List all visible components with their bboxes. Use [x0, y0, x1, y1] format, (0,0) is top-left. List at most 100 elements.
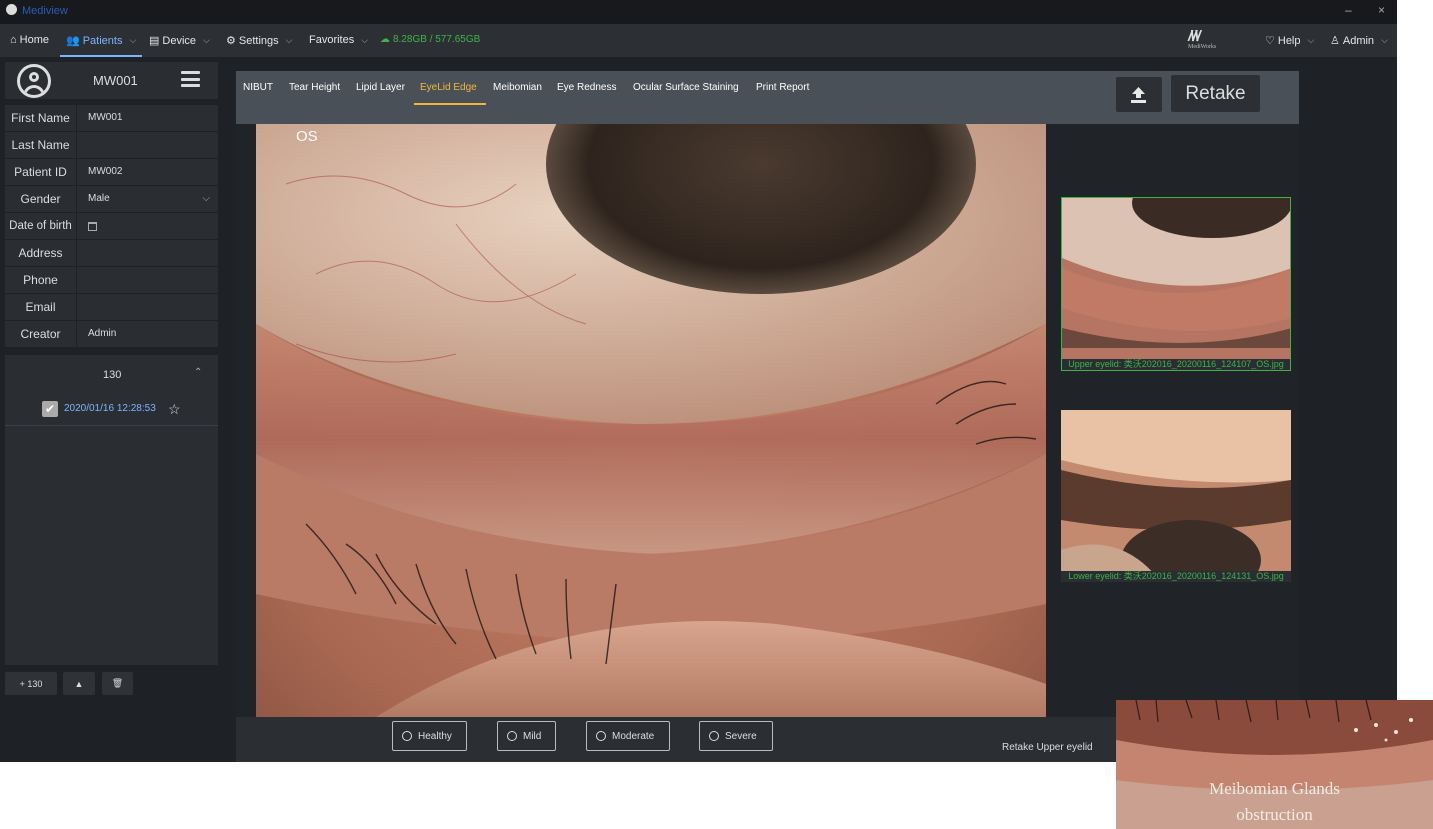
tab-meibomian[interactable]: Meibomian [493, 82, 542, 93]
title-bar: Mediview – × [0, 0, 1397, 24]
menu-device[interactable]: ▤ Device ⌵ [149, 34, 210, 48]
minimize-button[interactable]: – [1345, 3, 1352, 17]
date-of-birth-input[interactable] [77, 213, 218, 239]
phone-input[interactable] [77, 267, 218, 293]
lower-eyelid-thumbnail[interactable]: Lower eyelid: 类沃202016_20200116_124131_O… [1061, 410, 1291, 582]
tab-eyelid-edge[interactable]: EyeLid Edge [420, 82, 477, 93]
menu-help[interactable]: ♡ Help ⌵ [1265, 34, 1315, 48]
field-label: Last Name [5, 132, 77, 158]
home-icon: ⌂ [10, 34, 17, 46]
field-label: First Name [5, 105, 77, 131]
field-phone: Phone [5, 267, 218, 293]
app-logo-icon [6, 4, 17, 15]
upload-button[interactable] [1116, 77, 1162, 112]
tab-ocular-surface-staining[interactable]: Ocular Surface Staining [633, 82, 739, 93]
storage-text: 8.28GB / 577.65GB [393, 34, 481, 45]
tab-print-report[interactable]: Print Report [756, 82, 809, 93]
last-name-input[interactable] [77, 132, 218, 158]
hard-drive-icon: ☁ [380, 34, 390, 45]
grade-healthy-option[interactable]: Healthy [392, 721, 467, 751]
menu-settings-label: Settings [238, 34, 279, 47]
menu-help-label: Help [1277, 34, 1301, 47]
checkbox-checked[interactable]: ✔ [42, 401, 58, 417]
menu-device-label: Device [162, 34, 197, 47]
menu-favorites-label: Favorites [309, 34, 355, 46]
gears-icon: ⚙ [226, 35, 236, 47]
visit-record-row[interactable]: ✔ 2020/01/16 12:28:53 ☆ [5, 393, 218, 426]
add-visit-button[interactable]: + 130 [5, 672, 57, 695]
radio-icon [709, 731, 719, 741]
field-gender: Gender Male ⌵ [5, 186, 218, 212]
lightbulb-icon: ♡ [1265, 35, 1275, 47]
triangle-up-icon: ▲ [74, 678, 84, 689]
visit-date[interactable]: 2020/01/16 12:28:53 [64, 403, 156, 414]
menu-home[interactable]: ⌂ Home [10, 34, 49, 46]
app-window: Mediview – × ⌂ Home 👥 Patients ⌵ ▤ Device ⌵ ⚙… [0, 0, 1397, 762]
analysis-tab-bar: NIBUT Tear Height Lipid Layer EyeLid Edg… [236, 71, 1299, 124]
upper-eyelid-caption: Upper eyelid: 类沃202016_20200116_124107_O… [1062, 359, 1290, 370]
field-first-name: First Name MW001 [5, 105, 218, 131]
meibomian-inset-image: Meibomian Glands obstruction [1116, 700, 1433, 829]
field-label: Email [5, 294, 77, 320]
grade-label: Healthy [418, 730, 452, 742]
chevron-down-icon: ⌵ [1307, 35, 1315, 45]
image-viewer: OS Upper eyelid: 类沃202016_20200116_12410… [236, 124, 1299, 717]
radio-icon [596, 731, 606, 741]
main-eye-image[interactable]: OS [256, 124, 1046, 717]
menu-admin-label: Admin [1342, 34, 1375, 47]
patient-header-id: MW001 [93, 73, 138, 88]
tab-nibut[interactable]: NIBUT [243, 82, 273, 93]
menu-admin[interactable]: ♙ Admin ⌵ [1330, 34, 1388, 48]
tab-eye-redness[interactable]: Eye Redness [557, 82, 616, 93]
hamburger-menu-icon[interactable] [181, 71, 200, 87]
field-patient-id: Patient ID MW002 [5, 159, 218, 185]
retake-upper-eyelid-link[interactable]: Retake Upper eyelid [1002, 742, 1093, 753]
field-label: Gender [5, 186, 77, 212]
delete-button[interactable]: 🗑 [102, 672, 133, 695]
field-label: Date of birth [5, 213, 77, 239]
email-input[interactable] [77, 294, 218, 320]
address-input[interactable] [77, 240, 218, 266]
field-date-of-birth: Date of birth [5, 213, 218, 239]
menu-favorites[interactable]: Favorites ⌵ [309, 34, 368, 46]
grade-moderate-option[interactable]: Moderate [586, 721, 670, 751]
first-name-input[interactable]: MW001 [77, 105, 218, 131]
eyelid-photo [256, 124, 1046, 717]
avatar-icon [17, 64, 51, 98]
chevron-down-icon: ⌵ [1381, 35, 1388, 45]
chevron-down-icon: ⌵ [129, 35, 137, 45]
grade-severe-option[interactable]: Severe [699, 721, 773, 751]
grade-label: Moderate [612, 730, 655, 742]
field-label: Patient ID [5, 159, 77, 185]
creator-value: Admin [88, 328, 117, 339]
radio-icon [507, 731, 517, 741]
close-button[interactable]: × [1378, 3, 1385, 17]
field-creator: Creator Admin [5, 321, 218, 347]
calendar-icon[interactable] [88, 222, 97, 231]
upper-eyelid-thumbnail[interactable]: Upper eyelid: 类沃202016_20200116_124107_O… [1061, 197, 1291, 371]
radio-icon [402, 731, 412, 741]
field-address: Address [5, 240, 218, 266]
field-label: Creator [5, 321, 77, 347]
upper-eyelid-photo [1062, 198, 1290, 370]
field-label: Phone [5, 267, 77, 293]
upload-icon [1131, 87, 1146, 103]
chevron-down-icon: ⌵ [285, 35, 293, 45]
chevron-up-icon[interactable]: ⌃ [194, 367, 202, 378]
move-up-button[interactable]: ▲ [63, 672, 95, 695]
trash-icon: 🗑 [111, 678, 124, 688]
menu-active-indicator [60, 55, 142, 57]
menu-settings[interactable]: ⚙ Settings ⌵ [226, 34, 293, 48]
grade-label: Severe [725, 730, 757, 742]
retake-button[interactable]: Retake [1171, 75, 1260, 112]
gender-value: Male [88, 193, 110, 204]
users-icon: 👥 [66, 35, 80, 47]
tab-tear-height[interactable]: Tear Height [289, 82, 340, 93]
gender-select[interactable]: Male ⌵ [77, 186, 218, 212]
grade-mild-option[interactable]: Mild [497, 721, 556, 751]
star-icon[interactable]: ☆ [168, 401, 181, 418]
patient-id-input[interactable]: MW002 [77, 159, 218, 185]
visit-number[interactable]: 130 [103, 369, 121, 381]
tab-lipid-layer[interactable]: Lipid Layer [356, 82, 405, 93]
menu-patients[interactable]: 👥 Patients ⌵ [66, 34, 137, 48]
